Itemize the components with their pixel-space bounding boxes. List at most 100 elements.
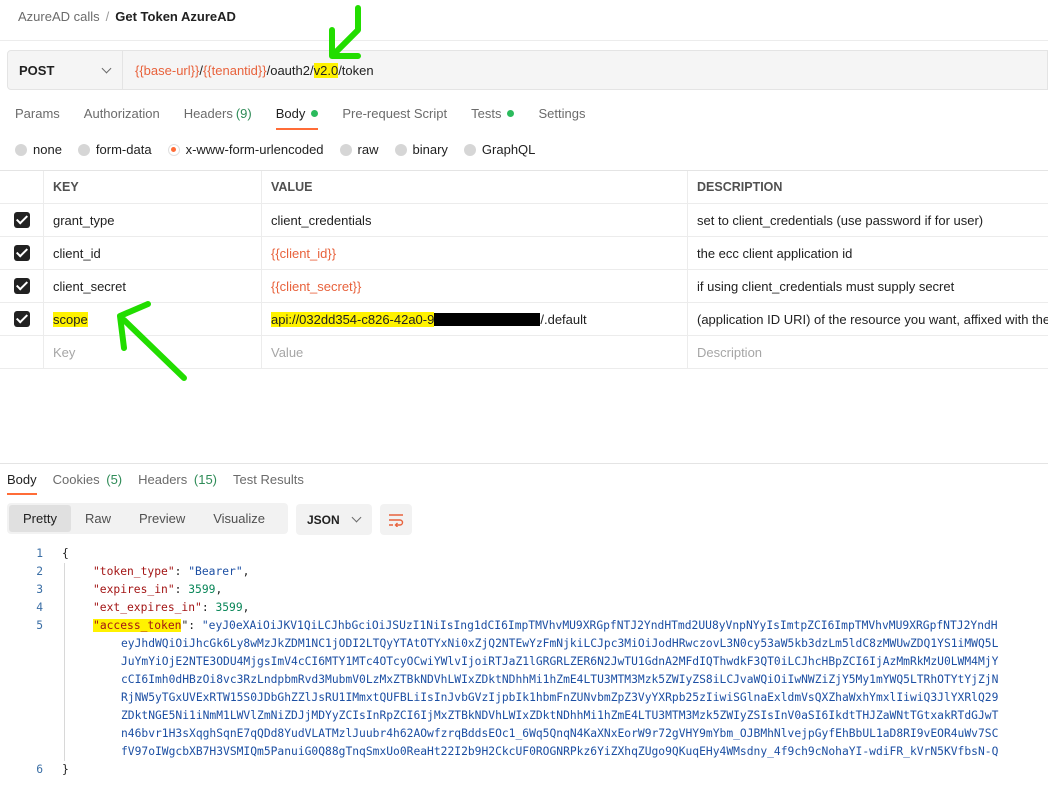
chevron-down-icon [101, 63, 112, 73]
radio-checked-icon [167, 143, 180, 156]
row-checkbox-cell [0, 303, 44, 335]
tab-settings[interactable]: Settings [538, 106, 585, 121]
json-value-expires-in: 3599 [188, 583, 216, 596]
tab-headers[interactable]: Headers (9) [184, 106, 252, 121]
url-var-tenantid: {{tenantid}} [202, 62, 267, 78]
checkbox-checked-icon[interactable] [13, 212, 30, 228]
breadcrumb: AzureAD calls / Get Token AzureAD [18, 9, 236, 24]
radio-binary[interactable]: binary [394, 142, 448, 157]
radio-icon [15, 143, 27, 156]
cookies-count: (5) [106, 472, 123, 487]
response-tab-body-label: Body [7, 472, 37, 487]
tab-headers-label: Headers [183, 106, 233, 121]
radio-graphql[interactable]: GraphQL [463, 142, 536, 157]
line-number: 4 [36, 601, 43, 614]
request-bar: POST {{base-url}}/{{tenantid}}/oauth2/v2… [7, 50, 1048, 90]
access-token-continuation: ZDktNGE5Ni1iNmM1LWVlZmNiZDJjMDYyZCIsInRp… [121, 709, 999, 722]
response-tab-body[interactable]: Body [7, 472, 37, 495]
tab-body[interactable]: Body [275, 106, 319, 130]
code-line-wrapped: RjNW5yTGxUVExRTW15S0JDbGhZZlJsRU1IMmxtQU… [0, 689, 1048, 707]
table-row: grant_type client_credentials set to cli… [0, 204, 1048, 237]
column-header-key: KEY [44, 171, 262, 203]
response-code-view[interactable]: 1 { 2 "token_type": "Bearer", 3 "expires… [0, 545, 1048, 779]
url-input[interactable]: {{base-url}}/{{tenantid}}/oauth2/v2.0/to… [123, 62, 374, 78]
checkbox-checked-icon[interactable] [13, 311, 30, 327]
radio-raw-label: raw [357, 142, 379, 157]
breadcrumb-collection[interactable]: AzureAD calls [18, 9, 100, 24]
tab-pre-request-label: Pre-request Script [342, 106, 448, 121]
value-cell[interactable]: {{client_id}} [262, 237, 688, 269]
code-line: 5 "access_token": "eyJ0eXAiOiJKV1QiLCJhb… [0, 617, 1048, 635]
breadcrumb-separator: / [105, 9, 110, 24]
request-name[interactable]: Get Token AzureAD [115, 9, 236, 24]
tab-params[interactable]: Params [15, 106, 60, 121]
tab-pre-request-script[interactable]: Pre-request Script [342, 106, 447, 121]
scope-key-label: scope [53, 311, 88, 327]
value-cell[interactable]: client_credentials [262, 204, 688, 236]
value-cell[interactable]: api://032dd354-c826-42a0-9 /.default [262, 303, 688, 335]
radio-raw[interactable]: raw [339, 142, 379, 157]
json-value-token-type: "Bearer" [188, 565, 243, 578]
response-tab-cookies-label: Cookies [52, 472, 100, 487]
row-checkbox-cell [0, 270, 44, 302]
url-path: /oauth2/ [266, 62, 314, 78]
json-key-quote: " [93, 619, 100, 632]
response-tab-cookies[interactable]: Cookies (5) [53, 472, 122, 487]
response-tab-headers-label: Headers [138, 472, 188, 487]
radio-form-data[interactable]: form-data [77, 142, 152, 157]
description-placeholder[interactable]: Description [688, 336, 1048, 368]
description-cell[interactable]: the ecc client application id [688, 237, 1048, 269]
json-colon: ": [181, 619, 202, 632]
json-key-ext-expires-in: "ext_expires_in" [93, 601, 202, 614]
radio-icon [463, 143, 476, 156]
view-raw-button[interactable]: Raw [71, 505, 125, 532]
key-cell[interactable]: client_id [44, 237, 262, 269]
url-var-base-url: {{base-url}} [135, 62, 200, 78]
code-line-wrapped: fV97oIWgcbXB7H3VSMIQm5PanuiG0Q88gTnqSmxU… [0, 743, 1048, 761]
method-select[interactable]: POST [8, 51, 123, 89]
json-key-expires-in: "expires_in" [93, 583, 175, 596]
view-mode-group: Pretty Raw Preview Visualize [7, 503, 288, 534]
tab-tests[interactable]: Tests [471, 106, 515, 121]
format-select[interactable]: JSON [296, 504, 372, 535]
code-line-wrapped: n46bvr1H3sXqghSqnE7qQDd8YudVLATMzlJuubr4… [0, 725, 1048, 743]
view-pretty-button[interactable]: Pretty [9, 505, 71, 532]
radio-icon [394, 143, 407, 156]
access-token-continuation: RjNW5yTGxUVExRTW15S0JDbGhZZlJsRU1IMmxtQU… [121, 691, 999, 704]
json-key-access-token: access_token [99, 619, 182, 632]
value-cell[interactable]: {{client_secret}} [262, 270, 688, 302]
url-version: v2.0 [313, 62, 339, 78]
value-placeholder[interactable]: Value [262, 336, 688, 368]
code-line-wrapped: cCI6Imh0dHBzOi8vc3RzLndpbmRvd3MubmV0LzMx… [0, 671, 1048, 689]
response-tab-test-results[interactable]: Test Results [233, 472, 304, 487]
line-number: 5 [36, 619, 43, 632]
json-colon: : [201, 601, 216, 614]
description-cell[interactable]: (application ID URI) of the resource you… [688, 303, 1048, 335]
wrap-lines-button[interactable] [380, 504, 412, 535]
url-tail: /token [338, 62, 374, 78]
annotation-arrow-icon [117, 301, 187, 381]
row-checkbox-cell [0, 237, 44, 269]
radio-none[interactable]: none [15, 142, 62, 157]
response-tab-headers[interactable]: Headers (15) [138, 472, 217, 487]
description-cell[interactable]: if using client_credentials must supply … [688, 270, 1048, 302]
radio-urlencoded[interactable]: x-www-form-urlencoded [167, 142, 324, 157]
view-visualize-button[interactable]: Visualize [199, 505, 279, 532]
body-type-selector: none form-data x-www-form-urlencoded raw… [15, 142, 551, 157]
description-cell[interactable]: set to client_credentials (use password … [688, 204, 1048, 236]
key-cell[interactable]: grant_type [44, 204, 262, 236]
code-line: 4 "ext_expires_in": 3599, [0, 599, 1048, 617]
line-number: 6 [36, 763, 43, 776]
row-checkbox-cell [0, 204, 44, 236]
radio-form-data-label: form-data [95, 142, 152, 157]
tab-authorization[interactable]: Authorization [84, 106, 160, 121]
checkbox-checked-icon[interactable] [13, 278, 30, 294]
scope-value-start: api://032dd354-c826-42a0-9 [271, 311, 435, 327]
radio-graphql-label: GraphQL [481, 142, 536, 157]
response-divider[interactable] [0, 463, 1048, 464]
body-status-dot-icon [311, 110, 319, 117]
headers-count: (9) [235, 106, 252, 121]
checkbox-checked-icon[interactable] [13, 245, 30, 261]
code-line: 6 } [0, 761, 1048, 779]
view-preview-button[interactable]: Preview [125, 505, 199, 532]
